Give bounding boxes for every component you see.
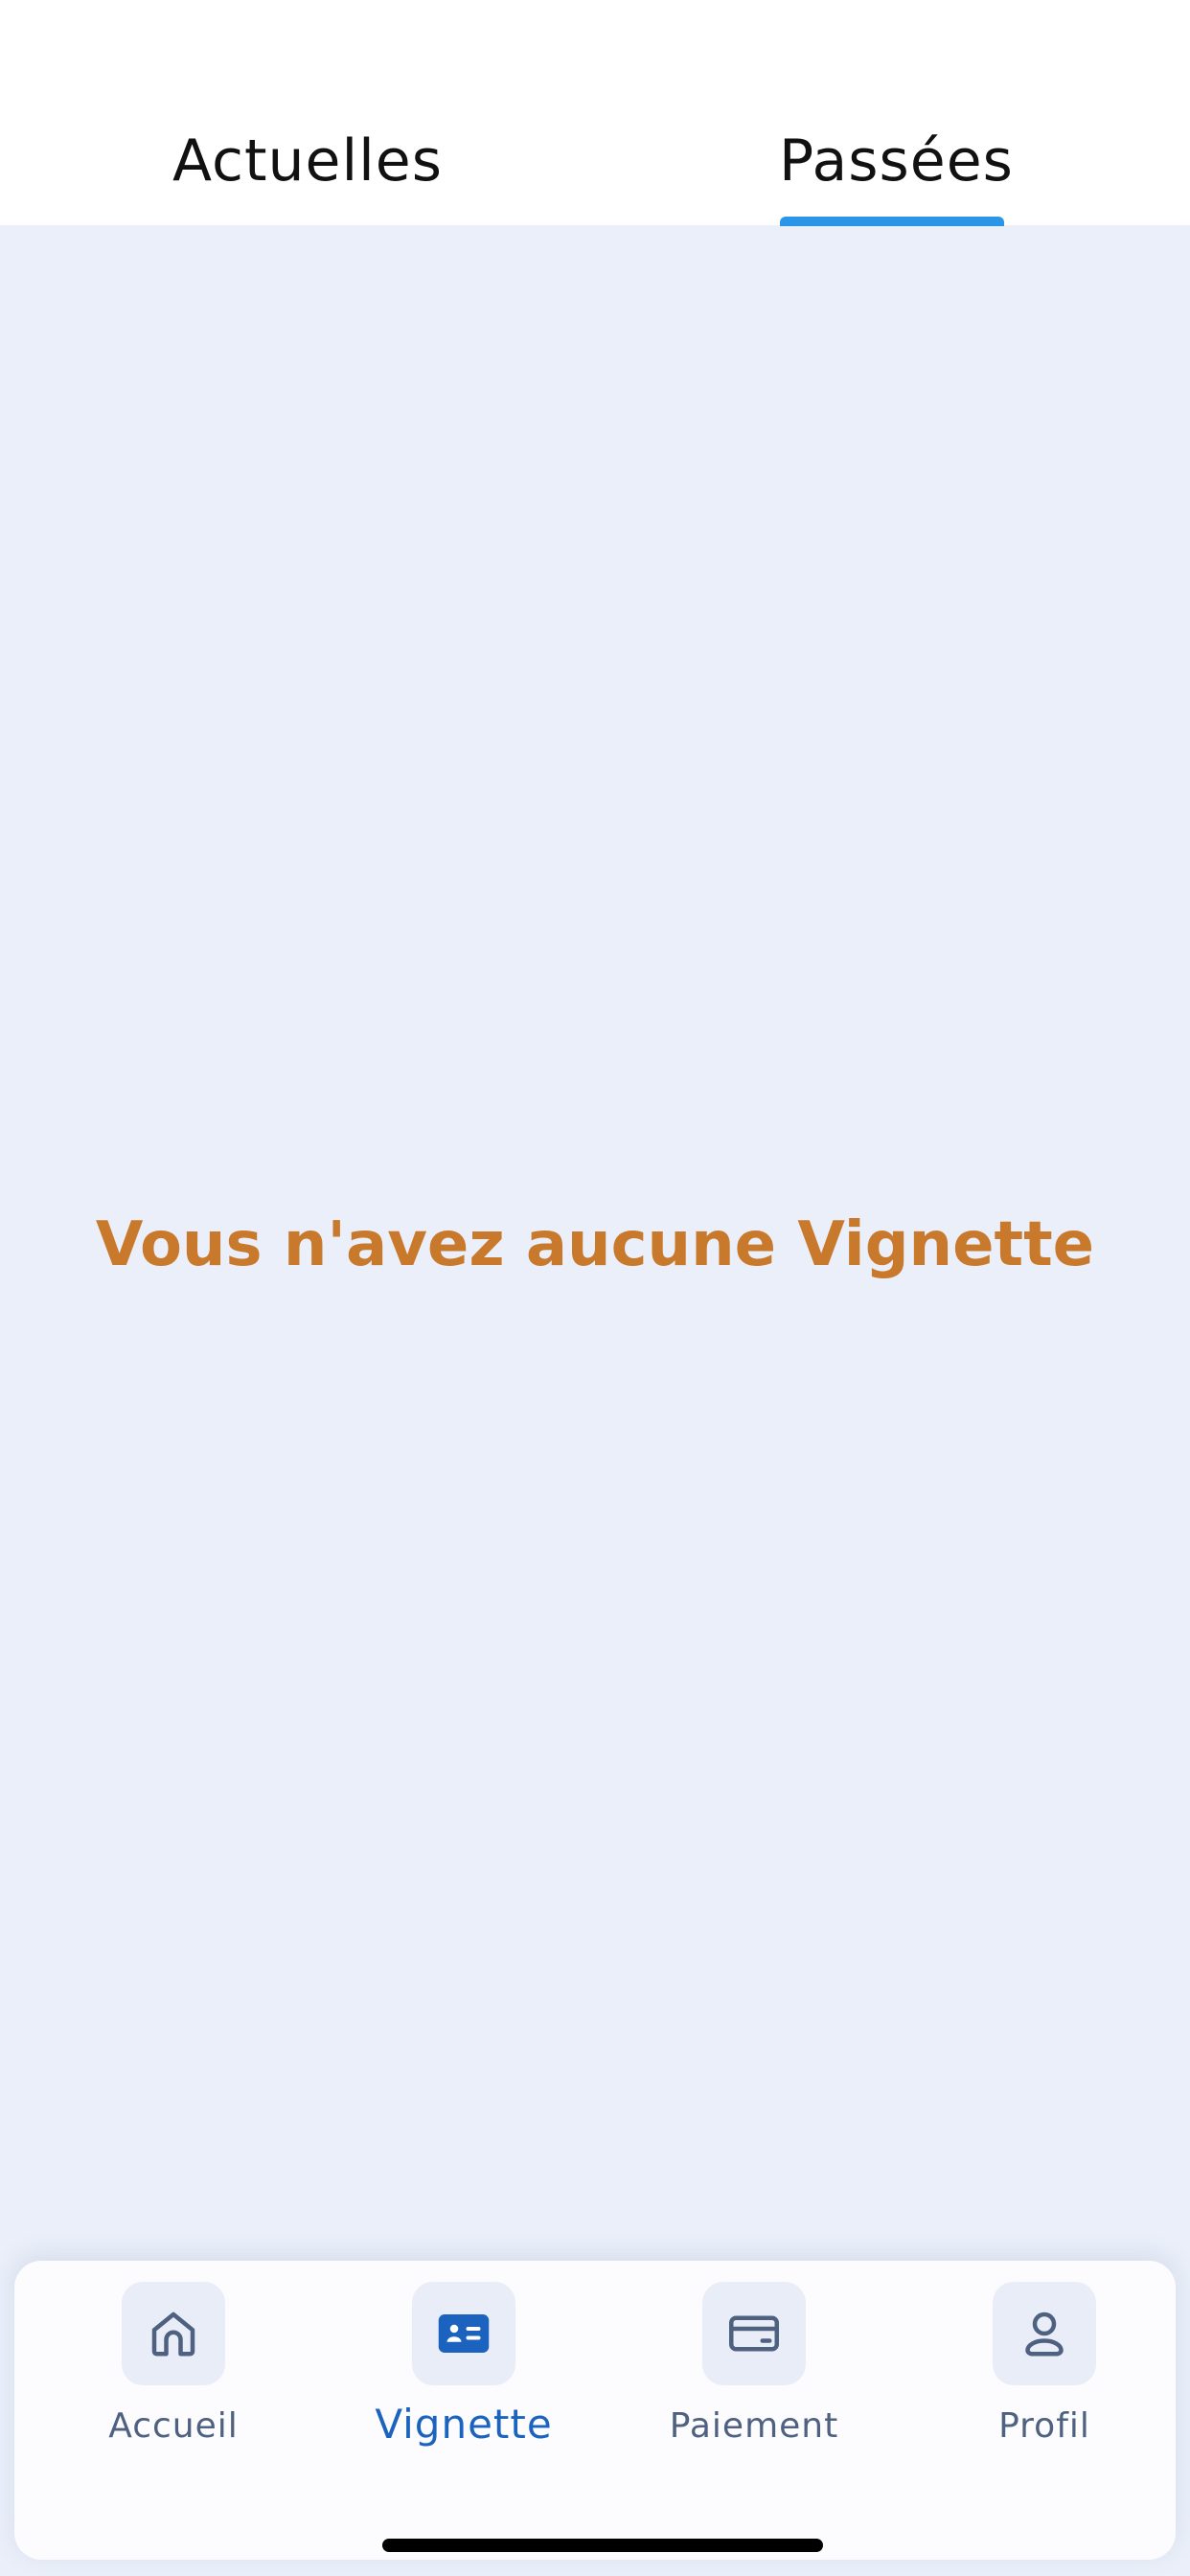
credit-card-icon [702,2282,806,2385]
nav-label-vignette: Vignette [375,2401,553,2448]
user-icon [993,2282,1096,2385]
bottom-navigation: Accueil Vignette Paiement Profil [14,2261,1176,2560]
nav-item-paiement[interactable]: Paiement [649,2282,859,2473]
nav-item-accueil[interactable]: Accueil [68,2282,279,2473]
home-indicator[interactable] [382,2539,823,2552]
home-icon [122,2282,225,2385]
empty-state-message: Vous n'avez aucune Vignette [95,1209,1095,1280]
tab-passees[interactable]: Passées [779,123,1014,199]
tab-bar: Actuelles Passées [0,0,1190,226]
id-card-icon [412,2282,515,2385]
active-tab-indicator [780,217,1004,226]
nav-label-profil: Profil [998,2406,1090,2446]
nav-label-accueil: Accueil [108,2406,239,2446]
nav-item-profil[interactable]: Profil [939,2282,1150,2473]
nav-label-paiement: Paiement [669,2406,839,2446]
tab-actuelles[interactable]: Actuelles [172,123,443,199]
nav-item-vignette[interactable]: Vignette [358,2282,569,2473]
